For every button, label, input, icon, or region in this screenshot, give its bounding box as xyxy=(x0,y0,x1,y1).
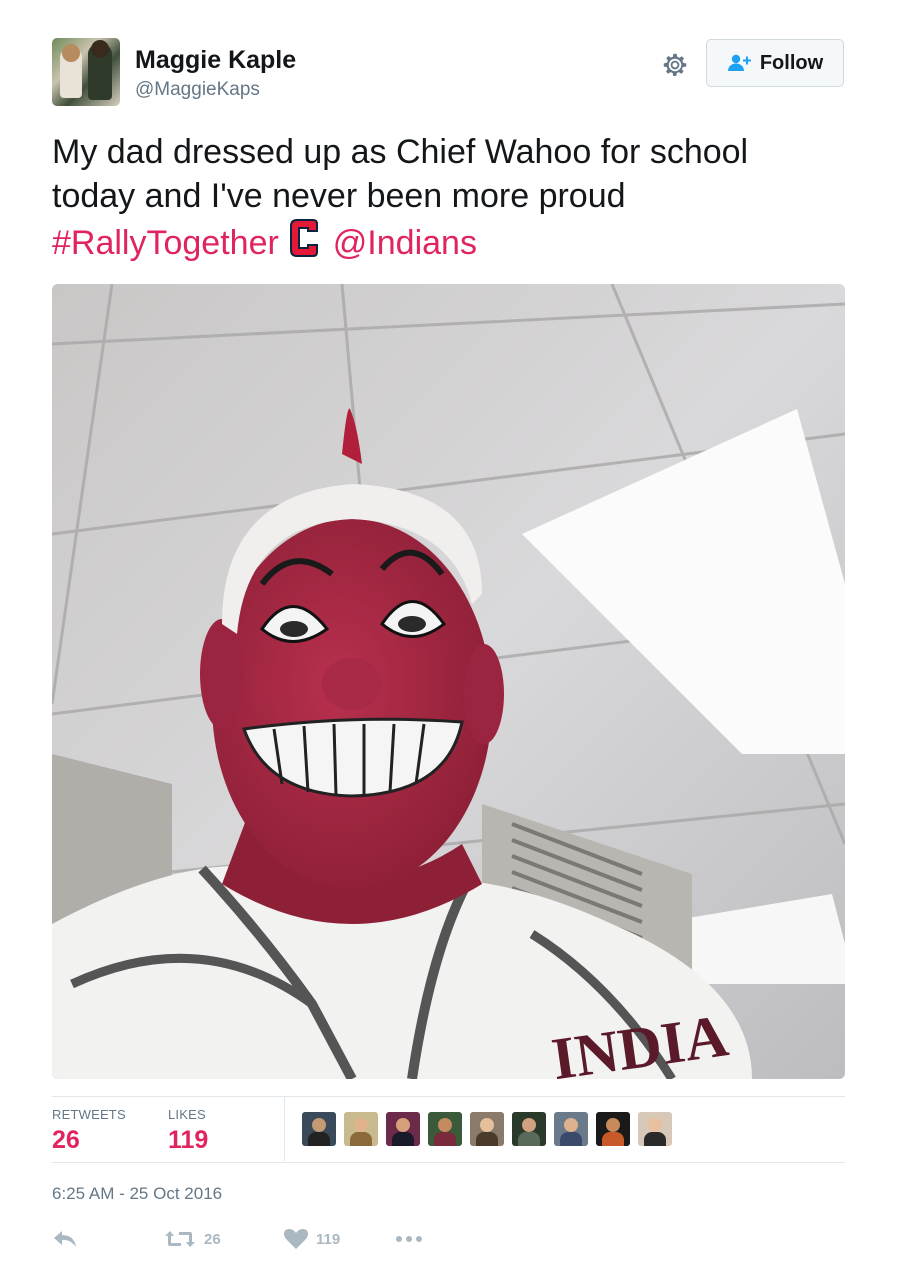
retweets-label: RETWEETS xyxy=(52,1107,126,1122)
gear-icon[interactable] xyxy=(660,50,690,80)
more-button[interactable] xyxy=(394,1224,424,1254)
like-button[interactable]: 119 xyxy=(284,1224,340,1254)
tweet-photo[interactable]: INDIA xyxy=(52,284,845,1079)
more-icon xyxy=(396,1236,422,1242)
follow-person-icon xyxy=(727,54,751,71)
liker-avatar[interactable] xyxy=(512,1112,546,1146)
cleveland-c-logo-icon xyxy=(289,219,318,257)
tweet-line-3: #RallyTogether @Indians xyxy=(52,218,852,265)
liker-avatar[interactable] xyxy=(470,1112,504,1146)
likes-label: LIKES xyxy=(168,1107,206,1122)
liker-avatars xyxy=(302,1112,672,1146)
tweet-text: My dad dressed up as Chief Wahoo for sch… xyxy=(52,130,852,265)
tweet-line-2: today and I've never been more proud xyxy=(52,177,626,215)
hashtag-link[interactable]: #RallyTogether xyxy=(52,224,279,262)
avatar-head-left xyxy=(62,44,80,62)
liker-avatar[interactable] xyxy=(386,1112,420,1146)
avatar[interactable] xyxy=(52,38,120,106)
retweet-icon xyxy=(165,1231,195,1247)
retweet-count: 26 xyxy=(204,1230,221,1248)
liker-avatar[interactable] xyxy=(638,1112,672,1146)
avatar-head-right xyxy=(91,40,109,58)
reply-icon xyxy=(54,1231,76,1247)
liker-avatar[interactable] xyxy=(428,1112,462,1146)
user-handle[interactable]: @MaggieKaps xyxy=(135,79,260,101)
liker-avatar[interactable] xyxy=(344,1112,378,1146)
liker-avatar[interactable] xyxy=(596,1112,630,1146)
like-count: 119 xyxy=(316,1230,341,1248)
likes-count[interactable]: 119 xyxy=(168,1126,208,1155)
heart-icon xyxy=(284,1229,308,1249)
liker-avatar[interactable] xyxy=(302,1112,336,1146)
stats-bottom-divider xyxy=(52,1162,845,1163)
mention-link[interactable]: @Indians xyxy=(333,224,477,262)
retweets-count[interactable]: 26 xyxy=(52,1126,80,1155)
liker-avatar[interactable] xyxy=(554,1112,588,1146)
reply-button[interactable] xyxy=(52,1224,78,1254)
user-name[interactable]: Maggie Kaple xyxy=(135,46,296,75)
retweet-button[interactable]: 26 xyxy=(164,1224,221,1254)
stats-vertical-divider xyxy=(284,1097,285,1161)
stats-top-divider xyxy=(52,1096,845,1097)
timestamp[interactable]: 6:25 AM - 25 Oct 2016 xyxy=(52,1184,222,1204)
follow-button[interactable]: Follow xyxy=(706,39,844,87)
tweet-line-1: My dad dressed up as Chief Wahoo for sch… xyxy=(52,133,749,171)
follow-label: Follow xyxy=(759,51,824,74)
